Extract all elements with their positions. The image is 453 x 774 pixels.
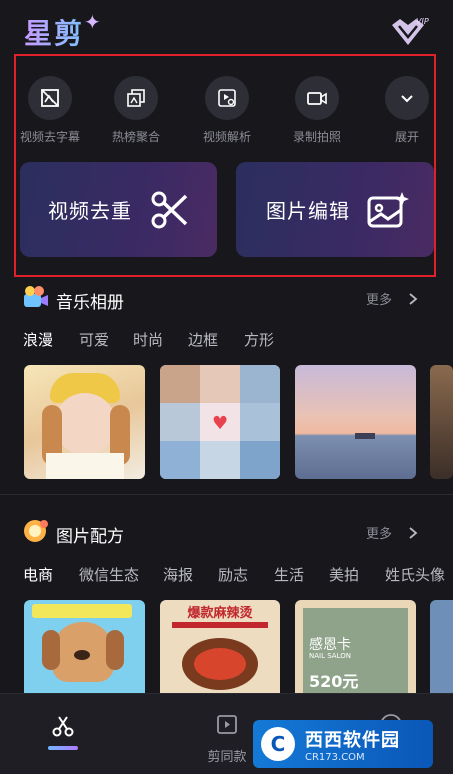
watermark-c-icon: C xyxy=(261,727,295,761)
photo-recipe-title: 图片配方 xyxy=(56,527,124,547)
section-divider xyxy=(0,494,453,495)
tab-square[interactable]: 方形 xyxy=(244,329,274,350)
vip-button[interactable]: VIP xyxy=(388,15,432,51)
image-edit-label: 图片编辑 xyxy=(266,199,350,223)
tab-border[interactable]: 边框 xyxy=(188,329,218,350)
tool-label: 热榜聚合 xyxy=(111,130,160,144)
album-thumb-girl[interactable] xyxy=(24,365,145,479)
image-edit-icon xyxy=(367,191,409,227)
tool-label: 展开 xyxy=(394,130,419,144)
album-thumb-sea[interactable] xyxy=(295,365,416,479)
template-icon xyxy=(217,715,237,734)
app-logo: 星剪 xyxy=(24,12,84,52)
photo-recipe-tabs: 电商 微信生态 海报 励志 生活 美拍 姓氏头像 xyxy=(0,564,453,584)
video-dedupe-label: 视频去重 xyxy=(48,199,132,223)
stacked-images-icon xyxy=(127,89,145,107)
album-thumb-partial[interactable] xyxy=(430,365,453,479)
nav-label: 剪同款 xyxy=(207,750,247,765)
tool-video-parse[interactable]: 视频解析 xyxy=(192,76,262,145)
nav-item-template[interactable]: 剪同款 xyxy=(204,712,250,765)
tab-ecommerce[interactable]: 电商 xyxy=(23,564,53,584)
music-album-more[interactable]: 更多 xyxy=(366,289,420,308)
tab-fashion[interactable]: 时尚 xyxy=(133,329,163,350)
music-album-tabs: 浪漫 可爱 时尚 边框 方形 xyxy=(0,329,453,349)
recipe-card-subtitle: NAIL SALON xyxy=(309,652,351,660)
chevron-right-icon xyxy=(409,292,418,305)
sparkle-icon: ✦ xyxy=(84,10,101,34)
tool-expand[interactable]: 展开 xyxy=(372,76,442,145)
picture-off-icon xyxy=(41,89,59,107)
tab-surname-avatar[interactable]: 姓氏头像 xyxy=(385,564,445,584)
scissors-icon xyxy=(52,716,74,737)
watermark-url: CR173.COM xyxy=(305,751,365,763)
more-label: 更多 xyxy=(366,293,393,308)
tab-beauty[interactable]: 美拍 xyxy=(329,564,359,584)
photo-recipe-more[interactable]: 更多 xyxy=(366,523,420,542)
watermark-brand: 西西软件园 xyxy=(305,729,400,751)
tool-label: 录制拍照 xyxy=(292,130,341,144)
recipe-thumb-food[interactable]: 爆款麻辣烫 xyxy=(160,600,280,693)
tool-remove-subtitle[interactable]: 视频去字幕 xyxy=(15,76,85,145)
tool-label: 视频去字幕 xyxy=(19,130,80,144)
active-indicator xyxy=(48,746,78,750)
recipe-thumb-puppy[interactable] xyxy=(24,600,145,693)
music-album-icon xyxy=(22,285,50,311)
scissors-icon xyxy=(151,191,188,228)
video-link-icon xyxy=(218,89,236,107)
tab-romantic[interactable]: 浪漫 xyxy=(23,329,53,350)
tool-label: 视频解析 xyxy=(202,130,251,144)
recipe-thumb-partial[interactable] xyxy=(430,600,453,693)
recipe-food-title: 爆款麻辣烫 xyxy=(187,606,253,621)
album-thumb-grid[interactable]: ♥ xyxy=(160,365,280,479)
music-album-title: 音乐相册 xyxy=(56,293,124,313)
watermark-logo: C 西西软件园 CR173.COM xyxy=(253,720,433,768)
nav-item-edit[interactable] xyxy=(48,714,78,754)
recipe-card-title: 感恩卡 xyxy=(309,637,351,653)
heart-icon: ♥ xyxy=(212,413,229,434)
tab-cute[interactable]: 可爱 xyxy=(79,329,109,350)
recipe-card-price: 520元 xyxy=(309,672,359,691)
video-camera-icon xyxy=(307,92,327,105)
video-dedupe-button[interactable]: 视频去重 xyxy=(20,162,217,257)
tab-poster[interactable]: 海报 xyxy=(163,564,193,584)
vip-label: VIP xyxy=(416,17,429,26)
photo-recipe-icon xyxy=(22,518,50,544)
image-edit-button[interactable]: 图片编辑 xyxy=(236,162,434,257)
chevron-down-icon xyxy=(401,95,413,103)
more-label: 更多 xyxy=(366,527,393,542)
tool-hot-list[interactable]: 热榜聚合 xyxy=(101,76,171,145)
tab-inspire[interactable]: 励志 xyxy=(218,564,248,584)
recipe-thumb-nail-salon[interactable]: 感恩卡 NAIL SALON 520元 xyxy=(295,600,416,693)
tool-record[interactable]: 录制拍照 xyxy=(282,76,352,145)
chevron-right-icon xyxy=(409,526,418,539)
tab-wechat[interactable]: 微信生态 xyxy=(79,564,139,584)
tab-life[interactable]: 生活 xyxy=(274,564,304,584)
